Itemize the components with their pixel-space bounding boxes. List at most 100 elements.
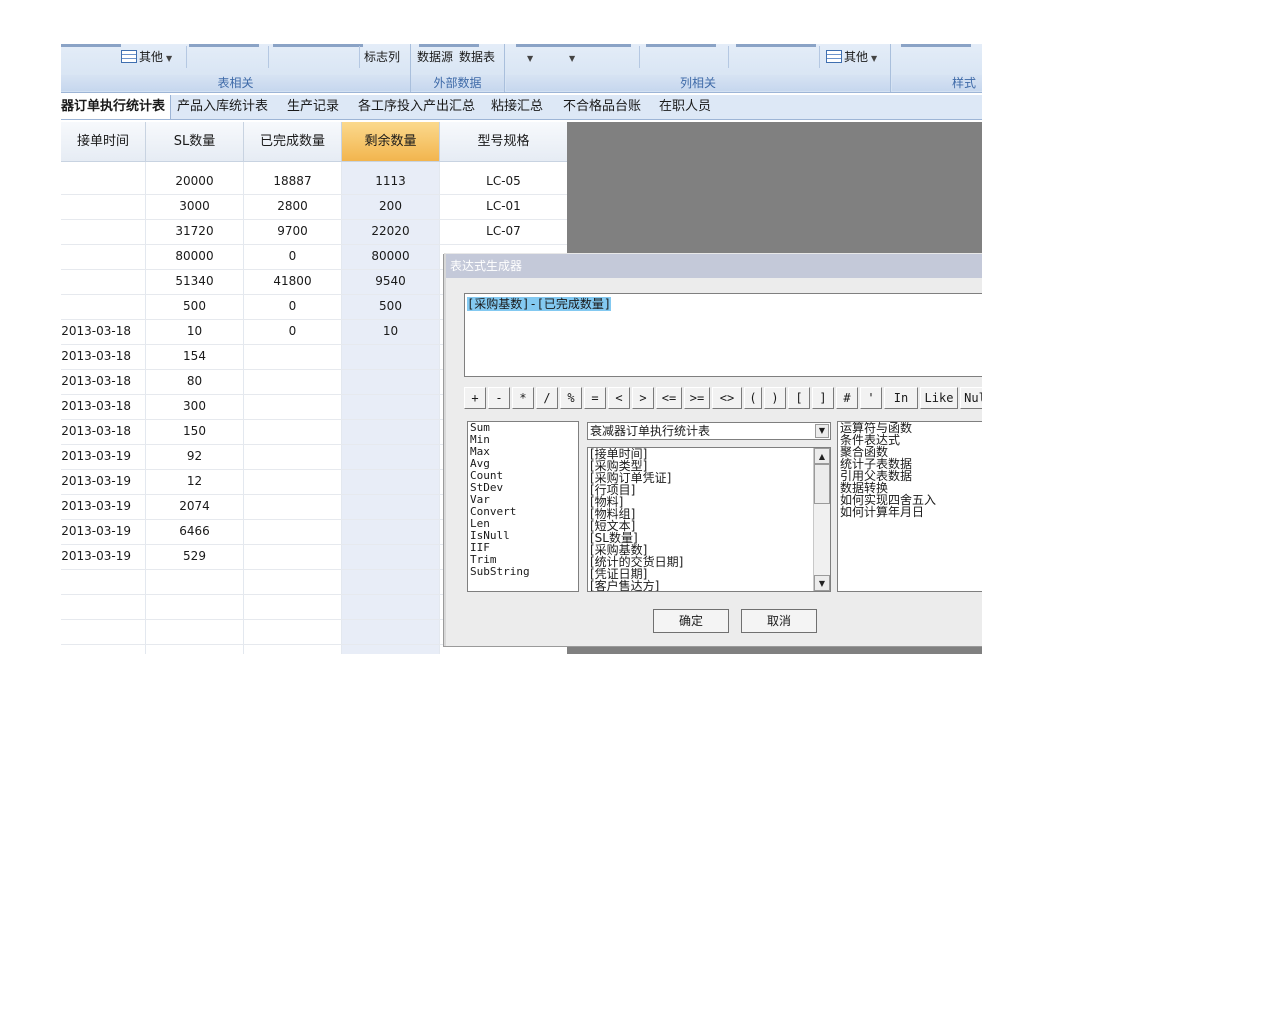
operator-button[interactable]: <> [712, 387, 742, 409]
tab-nonconforming-ledger[interactable]: 不合格品台账 [563, 95, 641, 119]
cell-sl-qty[interactable]: 2074 [146, 494, 243, 519]
tab-production-record[interactable]: 生产记录 [287, 95, 339, 119]
table-row[interactable]: 3000 2800 200 LC-01 [61, 194, 567, 220]
cell-sl-qty[interactable]: 12 [146, 469, 243, 494]
field-list[interactable]: [接单时间] [采购类型] [采购订单凭证] [行项目] [物料] [物料组] [短文本][… [587, 447, 831, 592]
cell-sl-qty[interactable] [146, 619, 243, 644]
tab-order-execution[interactable]: 器订单执行统计表 [61, 95, 172, 119]
operator-button[interactable]: * [512, 387, 534, 409]
cell-completed-qty[interactable] [244, 444, 341, 469]
operator-button[interactable]: ' [860, 387, 882, 409]
ok-button[interactable]: 确定 [653, 609, 729, 633]
cell-remaining-qty[interactable]: 500 [342, 294, 439, 319]
operator-button[interactable]: ) [764, 387, 786, 409]
cell-order-time[interactable]: 2013-03-19 [61, 494, 131, 519]
expression-input[interactable]: [采购基数]-[已完成数量] [464, 293, 982, 377]
operator-button[interactable]: [ [788, 387, 810, 409]
field-item[interactable]: [客户售达方] [588, 580, 830, 591]
cell-remaining-qty[interactable] [342, 444, 439, 469]
cell-sl-qty[interactable]: 92 [146, 444, 243, 469]
operator-button[interactable]: % [560, 387, 582, 409]
data-table-button[interactable]: 数据表 [459, 48, 495, 66]
cell-order-time[interactable] [61, 194, 131, 219]
tab-process-summary[interactable]: 各工序投入产出汇总 [358, 95, 475, 119]
cell-remaining-qty[interactable] [342, 544, 439, 569]
cell-completed-qty[interactable] [244, 494, 341, 519]
operator-button[interactable]: < [608, 387, 630, 409]
cell-sl-qty[interactable]: 529 [146, 544, 243, 569]
operator-button[interactable]: + [464, 387, 486, 409]
cell-sl-qty[interactable]: 3000 [146, 194, 243, 219]
cell-remaining-qty[interactable] [342, 394, 439, 419]
cell-sl-qty[interactable] [146, 594, 243, 619]
cell-completed-qty[interactable] [244, 619, 341, 644]
cell-order-time[interactable] [61, 294, 131, 319]
cell-sl-qty[interactable]: 80000 [146, 244, 243, 269]
dropdown-arrow-icon[interactable]: ▼ [527, 54, 533, 63]
data-source-button[interactable]: 数据源 [417, 48, 453, 66]
cell-order-time[interactable]: 2013-03-19 [61, 469, 131, 494]
cell-remaining-qty[interactable]: 80000 [342, 244, 439, 269]
cell-remaining-qty[interactable] [342, 519, 439, 544]
cell-remaining-qty[interactable] [342, 369, 439, 394]
operator-button[interactable]: ( [744, 387, 762, 409]
cell-order-time[interactable] [61, 169, 131, 194]
other-column-button[interactable]: 其他 ▼ [826, 48, 877, 66]
tab-product-inbound[interactable]: 产品入库统计表 [177, 95, 268, 119]
operator-button[interactable]: <= [656, 387, 682, 409]
operator-button[interactable]: ] [812, 387, 834, 409]
chevron-down-icon[interactable]: ▼ [815, 424, 829, 438]
help-topic-list[interactable]: 运算符与函数 条件表达式 聚合函数 统计子表数据 引用父表数据 数据转换 如何实现四舍五入如… [837, 421, 982, 592]
cell-order-time[interactable]: 2013-03-18 [61, 394, 131, 419]
column-header-sl-qty[interactable]: SL数量 [146, 122, 244, 162]
cell-sl-qty[interactable]: 51340 [146, 269, 243, 294]
cell-order-time[interactable] [61, 619, 131, 644]
cell-order-time[interactable] [61, 219, 131, 244]
other-table-button[interactable]: 其他 ▼ [121, 48, 172, 66]
cancel-button[interactable]: 取消 [741, 609, 817, 633]
cell-order-time[interactable]: 2013-03-19 [61, 544, 131, 569]
tab-bonding-summary[interactable]: 粘接汇总 [491, 95, 543, 119]
cell-order-time[interactable] [61, 569, 131, 594]
cell-remaining-qty[interactable] [342, 494, 439, 519]
cell-sl-qty[interactable]: 150 [146, 419, 243, 444]
column-header-remaining-qty[interactable]: 剩余数量 [342, 122, 440, 162]
cell-completed-qty[interactable]: 9700 [244, 219, 341, 244]
cell-completed-qty[interactable] [244, 469, 341, 494]
cell-order-time[interactable]: 2013-03-18 [61, 344, 131, 369]
cell-completed-qty[interactable]: 18887 [244, 169, 341, 194]
cell-completed-qty[interactable] [244, 419, 341, 444]
dropdown-arrow-icon[interactable]: ▼ [569, 54, 575, 63]
column-header-order-time[interactable]: 接单时间 [61, 122, 146, 162]
cell-sl-qty[interactable]: 80 [146, 369, 243, 394]
cell-sl-qty[interactable]: 300 [146, 394, 243, 419]
column-header-completed-qty[interactable]: 已完成数量 [244, 122, 342, 162]
cell-completed-qty[interactable] [244, 519, 341, 544]
cell-completed-qty[interactable] [244, 369, 341, 394]
scroll-down-icon[interactable]: ▼ [814, 575, 830, 591]
cell-remaining-qty[interactable]: 200 [342, 194, 439, 219]
operator-button[interactable]: - [488, 387, 510, 409]
cell-order-time[interactable] [61, 269, 131, 294]
cell-model-spec[interactable]: LC-07 [440, 219, 567, 244]
cell-completed-qty[interactable] [244, 569, 341, 594]
cell-completed-qty[interactable] [244, 344, 341, 369]
operator-button[interactable]: Nul [960, 387, 982, 409]
cell-sl-qty[interactable]: 6466 [146, 519, 243, 544]
operator-button[interactable]: In [884, 387, 918, 409]
cell-remaining-qty[interactable] [342, 619, 439, 644]
operator-button[interactable]: > [632, 387, 654, 409]
function-list[interactable]: Sum Min Max Avg Count StDev Var Convert Len IsNul… [467, 421, 579, 592]
cell-sl-qty[interactable]: 31720 [146, 219, 243, 244]
cell-model-spec[interactable]: LC-05 [440, 169, 567, 194]
cell-remaining-qty[interactable] [342, 344, 439, 369]
flag-column-button[interactable]: 标志列 [364, 48, 400, 66]
cell-remaining-qty[interactable] [342, 569, 439, 594]
cell-sl-qty[interactable]: 10 [146, 319, 243, 344]
cell-completed-qty[interactable] [244, 594, 341, 619]
cell-order-time[interactable]: 2013-03-19 [61, 444, 131, 469]
cell-remaining-qty[interactable] [342, 419, 439, 444]
cell-completed-qty[interactable] [244, 394, 341, 419]
cell-completed-qty[interactable] [244, 544, 341, 569]
cell-model-spec[interactable]: LC-01 [440, 194, 567, 219]
